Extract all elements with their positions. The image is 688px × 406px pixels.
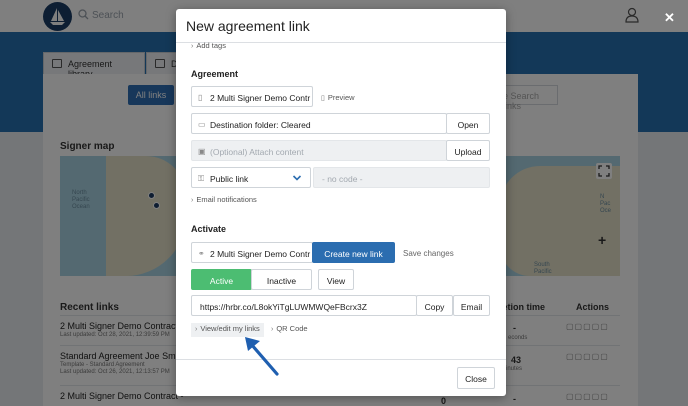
active-toggle-button[interactable]: Active — [191, 269, 252, 290]
email-notifications-link[interactable]: › Email notifications — [191, 195, 257, 204]
chevron-right-icon: › — [271, 326, 274, 333]
new-agreement-link-modal: New agreement link › Add tags Agreement ▯… — [176, 9, 506, 396]
activate-agreement-field[interactable]: ⚭ 2 Multi Signer Demo Contr — [191, 242, 313, 263]
create-new-link-button[interactable]: Create new link — [312, 242, 395, 263]
destination-folder-field[interactable]: ▭ Destination folder: Cleared — [191, 113, 447, 134]
agreement-url-field[interactable]: https://hrbr.co/L8okYiTgLUWMWQeFBcrx3Z — [191, 295, 417, 316]
modal-footer-divider — [176, 359, 506, 360]
link-type-select[interactable]: ⚿ Public link — [191, 167, 311, 188]
link-icon: ⚭ — [198, 249, 205, 258]
view-button[interactable]: View — [318, 269, 354, 290]
modal-title: New agreement link — [186, 18, 310, 34]
annotation-arrow-icon — [245, 337, 279, 376]
email-button[interactable]: Email — [453, 295, 490, 316]
preview-link[interactable]: ▯ Preview — [321, 93, 355, 102]
copy-button[interactable]: Copy — [416, 295, 453, 316]
inactive-toggle-button[interactable]: Inactive — [251, 269, 312, 290]
access-code-field[interactable]: - no code - — [313, 167, 490, 188]
attach-content-field[interactable]: ▣ (Optional) Attach content — [191, 140, 447, 161]
view-edit-my-links[interactable]: › View/edit my links — [191, 323, 264, 337]
document-icon: ▯ — [198, 93, 203, 102]
document-icon: ▯ — [321, 95, 325, 102]
chevron-right-icon: › — [195, 326, 198, 333]
add-tags-link[interactable]: › Add tags — [191, 41, 226, 50]
close-button[interactable]: Close — [457, 367, 495, 389]
agreement-heading: Agreement — [191, 69, 239, 79]
chevron-down-icon — [292, 175, 302, 181]
upload-button[interactable]: Upload — [446, 140, 490, 161]
chevron-right-icon: › — [191, 197, 194, 204]
open-button[interactable]: Open — [446, 113, 490, 134]
image-icon: ▣ — [198, 147, 206, 156]
close-icon[interactable]: ✕ — [664, 10, 675, 26]
chevron-right-icon: › — [191, 43, 194, 50]
qr-code-link[interactable]: › QR Code — [271, 323, 308, 336]
save-changes-button[interactable]: Save changes — [403, 249, 454, 258]
agreement-template-field[interactable]: ▯ 2 Multi Signer Demo Contr — [191, 86, 313, 107]
folder-icon: ▭ — [198, 120, 206, 129]
activate-heading: Activate — [191, 224, 227, 234]
lock-icon: ⚿ — [198, 174, 205, 183]
